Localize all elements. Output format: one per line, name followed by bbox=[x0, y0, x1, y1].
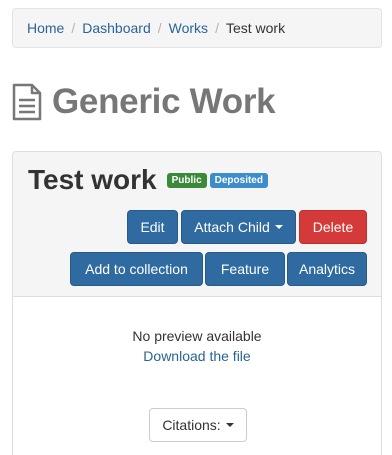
work-panel: Test work Public Deposited Edit Attach C… bbox=[12, 151, 382, 455]
add-to-collection-button[interactable]: Add to collection bbox=[70, 252, 203, 286]
breadcrumb-separator: / bbox=[71, 20, 76, 36]
page-heading: Generic Work bbox=[12, 80, 276, 124]
analytics-button-label: Analytics bbox=[298, 261, 356, 277]
work-panel-heading: Test work Public Deposited Edit Attach C… bbox=[13, 152, 381, 297]
deposited-badge: Deposited bbox=[209, 172, 268, 188]
feature-button[interactable]: Feature bbox=[205, 252, 285, 286]
breadcrumb-current: Test work bbox=[225, 20, 286, 36]
breadcrumb-separator: / bbox=[215, 20, 219, 36]
caret-down-icon bbox=[225, 423, 234, 427]
add-to-collection-button-label: Add to collection bbox=[85, 261, 188, 277]
attach-child-button-label: Attach Child bbox=[194, 219, 270, 235]
citations-button-label: Citations: bbox=[162, 417, 221, 433]
breadcrumb-home-link[interactable]: Home bbox=[27, 20, 64, 36]
edit-button-label: Edit bbox=[140, 219, 165, 235]
breadcrumb-works-link[interactable]: Works bbox=[169, 20, 208, 36]
feature-button-label: Feature bbox=[220, 261, 270, 277]
download-file-link[interactable]: Download the file bbox=[13, 348, 381, 364]
delete-button-label: Delete bbox=[312, 219, 354, 235]
public-badge: Public bbox=[166, 172, 207, 188]
attach-child-button[interactable]: Attach Child bbox=[181, 210, 296, 244]
analytics-button[interactable]: Analytics bbox=[287, 252, 367, 286]
work-title-row: Test work Public Deposited bbox=[28, 162, 271, 198]
breadcrumb-dashboard-link[interactable]: Dashboard bbox=[82, 20, 151, 36]
document-icon bbox=[12, 83, 42, 121]
caret-down-icon bbox=[274, 225, 283, 229]
no-preview-message: No preview available bbox=[132, 328, 262, 344]
edit-button[interactable]: Edit bbox=[127, 210, 178, 244]
delete-button[interactable]: Delete bbox=[299, 210, 367, 244]
work-title: Test work bbox=[28, 164, 157, 195]
breadcrumb: Home / Dashboard / Works / Test work bbox=[12, 8, 382, 48]
breadcrumb-separator: / bbox=[157, 20, 162, 36]
citations-dropdown-button[interactable]: Citations: bbox=[149, 408, 247, 442]
page-title: Generic Work bbox=[52, 82, 276, 121]
